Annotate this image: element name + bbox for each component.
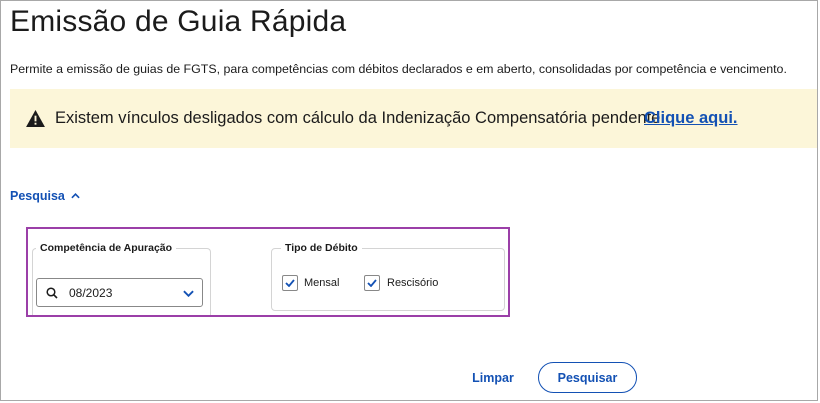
page-description: Permite a emissão de guias de FGTS, para… [10,62,787,76]
checkmark-icon [367,279,377,287]
page-frame: Emissão de Guia Rápida Permite a emissão… [0,0,818,401]
competencia-select[interactable]: 08/2023 [36,278,203,307]
rescisorio-label: Rescisório [387,277,439,289]
chevron-down-icon [183,290,194,297]
checkmark-icon [285,279,295,287]
page-title: Emissão de Guia Rápida [10,5,347,38]
competencia-value: 08/2023 [69,286,113,300]
competencia-label: Competência de Apuração [36,242,177,254]
mensal-checkbox[interactable] [282,275,298,291]
warning-icon [26,110,45,127]
search-section-toggle[interactable]: Pesquisa [10,189,80,203]
clear-button[interactable]: Limpar [468,364,518,392]
alert-message: Existem vínculos desligados com cálculo … [55,109,661,127]
search-icon [46,287,58,299]
search-button[interactable]: Pesquisar [538,362,637,393]
tipo-debito-label: Tipo de Débito [281,242,362,254]
mensal-label: Mensal [304,277,340,289]
alert-action-link[interactable]: Clique aqui. [644,109,738,128]
rescisorio-checkbox[interactable] [364,275,380,291]
warning-alert: Existem vínculos desligados com cálculo … [10,89,817,148]
search-section-label: Pesquisa [10,189,65,203]
chevron-up-icon [71,193,80,199]
